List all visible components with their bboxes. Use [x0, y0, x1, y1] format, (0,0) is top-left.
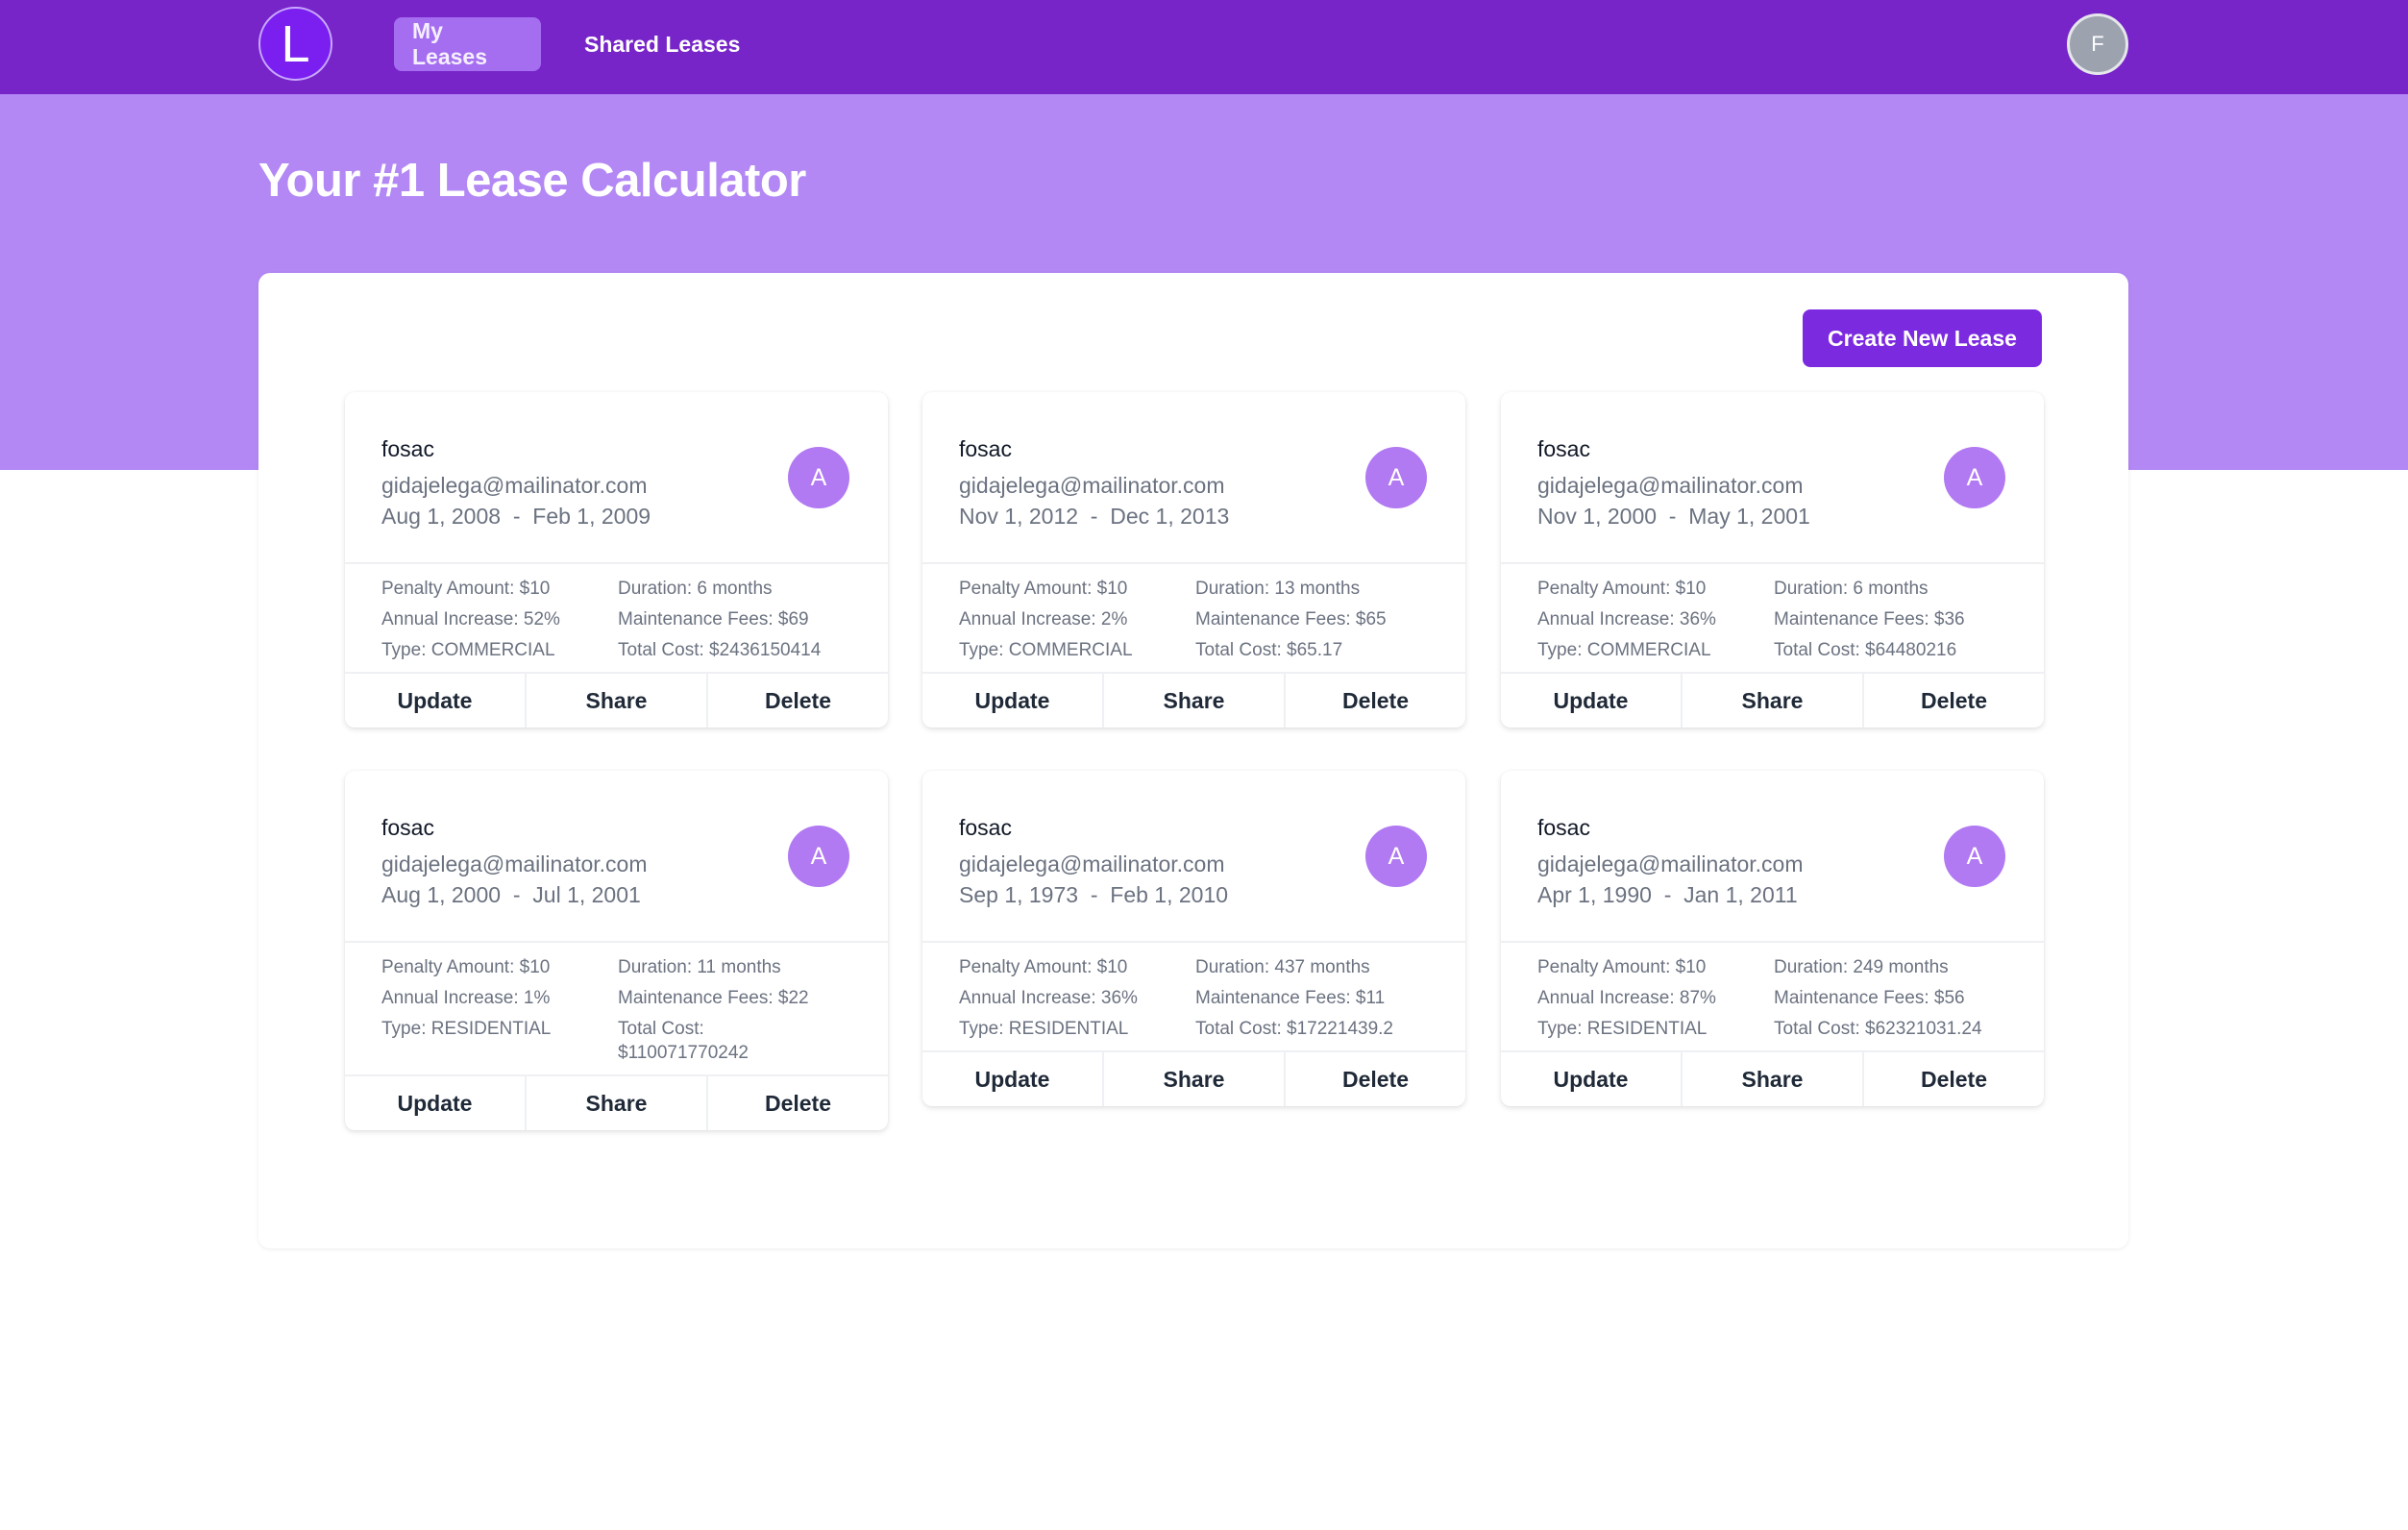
share-button[interactable]: Share [1104, 674, 1286, 728]
update-button[interactable]: Update [345, 1076, 527, 1130]
delete-button[interactable]: Delete [1864, 1052, 2044, 1106]
lease-email: gidajelega@mailinator.com [381, 473, 648, 498]
lease-card: fosac gidajelega@mailinator.com Nov 1, 2… [922, 392, 1465, 728]
lease-email: gidajelega@mailinator.com [1537, 851, 1804, 876]
lease-card: fosac gidajelega@mailinator.com Nov 1, 2… [1501, 392, 2044, 728]
annual-increase: Annual Increase: 36% [959, 988, 1138, 1008]
lease-name: fosac [381, 436, 434, 461]
lease-type: Type: COMMERCIAL [959, 640, 1133, 660]
total-cost: Total Cost: $65.17 [1195, 640, 1343, 660]
total-cost: Total Cost: $62321031.24 [1774, 1019, 1982, 1039]
lease-type: Type: RESIDENTIAL [381, 1019, 552, 1039]
update-button[interactable]: Update [1501, 1052, 1683, 1106]
maintenance-fees: Maintenance Fees: $69 [618, 609, 809, 629]
lease-avatar: A [1944, 447, 2005, 508]
update-button[interactable]: Update [922, 674, 1104, 728]
maintenance-fees: Maintenance Fees: $65 [1195, 609, 1387, 629]
penalty-amount: Penalty Amount: $10 [1537, 579, 1707, 599]
annual-increase: Annual Increase: 1% [381, 988, 551, 1008]
lease-type: Type: COMMERCIAL [1537, 640, 1711, 660]
delete-button[interactable]: Delete [1286, 1052, 1465, 1106]
penalty-amount: Penalty Amount: $10 [959, 579, 1128, 599]
duration: Duration: 437 months [1195, 957, 1370, 977]
lease-avatar: A [1365, 447, 1427, 508]
lease-dates: Nov 1, 2012 - Dec 1, 2013 [959, 504, 1230, 529]
lease-avatar: A [1365, 826, 1427, 887]
delete-button[interactable]: Delete [708, 674, 888, 728]
penalty-amount: Penalty Amount: $10 [959, 957, 1128, 977]
share-button[interactable]: Share [1683, 1052, 1864, 1106]
lease-dates: Apr 1, 1990 - Jan 1, 2011 [1537, 882, 1798, 907]
lease-email: gidajelega@mailinator.com [1537, 473, 1804, 498]
total-cost: Total Cost: $64480216 [1774, 640, 1957, 660]
update-button[interactable]: Update [1501, 674, 1683, 728]
lease-card: fosac gidajelega@mailinator.com Aug 1, 2… [345, 392, 888, 728]
duration: Duration: 249 months [1774, 957, 1949, 977]
lease-avatar: A [1944, 826, 2005, 887]
update-button[interactable]: Update [922, 1052, 1104, 1106]
annual-increase: Annual Increase: 52% [381, 609, 560, 629]
total-cost: Total Cost: $17221439.2 [1195, 1019, 1393, 1039]
penalty-amount: Penalty Amount: $10 [381, 957, 551, 977]
penalty-amount: Penalty Amount: $10 [381, 579, 551, 599]
lease-name: fosac [381, 815, 434, 840]
total-cost: Total Cost: $2436150414 [618, 640, 822, 660]
lease-type: Type: RESIDENTIAL [1537, 1019, 1708, 1039]
lease-dates: Sep 1, 1973 - Feb 1, 2010 [959, 882, 1229, 907]
lease-email: gidajelega@mailinator.com [959, 473, 1225, 498]
maintenance-fees: Maintenance Fees: $56 [1774, 988, 1965, 1008]
penalty-amount: Penalty Amount: $10 [1537, 957, 1707, 977]
lease-name: fosac [1537, 815, 1590, 840]
lease-dates: Nov 1, 2000 - May 1, 2001 [1537, 504, 1810, 529]
duration: Duration: 13 months [1195, 579, 1361, 599]
lease-card: fosac gidajelega@mailinator.com Sep 1, 1… [922, 771, 1465, 1106]
page-title: Your #1 Lease Calculator [258, 155, 806, 207]
lease-name: fosac [1537, 436, 1590, 461]
maintenance-fees: Maintenance Fees: $11 [1195, 988, 1386, 1008]
lease-avatar: A [788, 826, 849, 887]
share-button[interactable]: Share [527, 674, 708, 728]
lease-dates: Aug 1, 2000 - Jul 1, 2001 [381, 882, 641, 907]
annual-increase: Annual Increase: 87% [1537, 988, 1716, 1008]
lease-avatar: A [788, 447, 849, 508]
annual-increase: Annual Increase: 2% [959, 609, 1128, 629]
share-button[interactable]: Share [1683, 674, 1864, 728]
user-avatar[interactable]: F [2067, 13, 2128, 75]
delete-button[interactable]: Delete [708, 1076, 888, 1130]
annual-increase: Annual Increase: 36% [1537, 609, 1716, 629]
delete-button[interactable]: Delete [1286, 674, 1465, 728]
lease-name: fosac [959, 436, 1012, 461]
nav-my-leases[interactable]: My Leases [394, 17, 541, 71]
top-navbar: L My Leases Shared Leases F [0, 0, 2408, 94]
maintenance-fees: Maintenance Fees: $36 [1774, 609, 1965, 629]
lease-type: Type: RESIDENTIAL [959, 1019, 1129, 1039]
create-new-lease-button[interactable]: Create New Lease [1803, 309, 2042, 367]
duration: Duration: 6 months [618, 579, 773, 599]
share-button[interactable]: Share [1104, 1052, 1286, 1106]
lease-name: fosac [959, 815, 1012, 840]
lease-email: gidajelega@mailinator.com [381, 851, 648, 876]
share-button[interactable]: Share [527, 1076, 708, 1130]
lease-dates: Aug 1, 2008 - Feb 1, 2009 [381, 504, 651, 529]
maintenance-fees: Maintenance Fees: $22 [618, 988, 809, 1008]
delete-button[interactable]: Delete [1864, 674, 2044, 728]
update-button[interactable]: Update [345, 674, 527, 728]
lease-card: fosac gidajelega@mailinator.com Apr 1, 1… [1501, 771, 2044, 1106]
duration: Duration: 6 months [1774, 579, 1929, 599]
lease-email: gidajelega@mailinator.com [959, 851, 1225, 876]
lease-card: fosac gidajelega@mailinator.com Aug 1, 2… [345, 771, 888, 1130]
total-cost: Total Cost: $110071770242 [618, 1019, 749, 1063]
duration: Duration: 11 months [618, 957, 781, 977]
nav-shared-leases[interactable]: Shared Leases [566, 17, 758, 71]
app-logo[interactable]: L [258, 7, 332, 81]
lease-type: Type: COMMERCIAL [381, 640, 555, 660]
